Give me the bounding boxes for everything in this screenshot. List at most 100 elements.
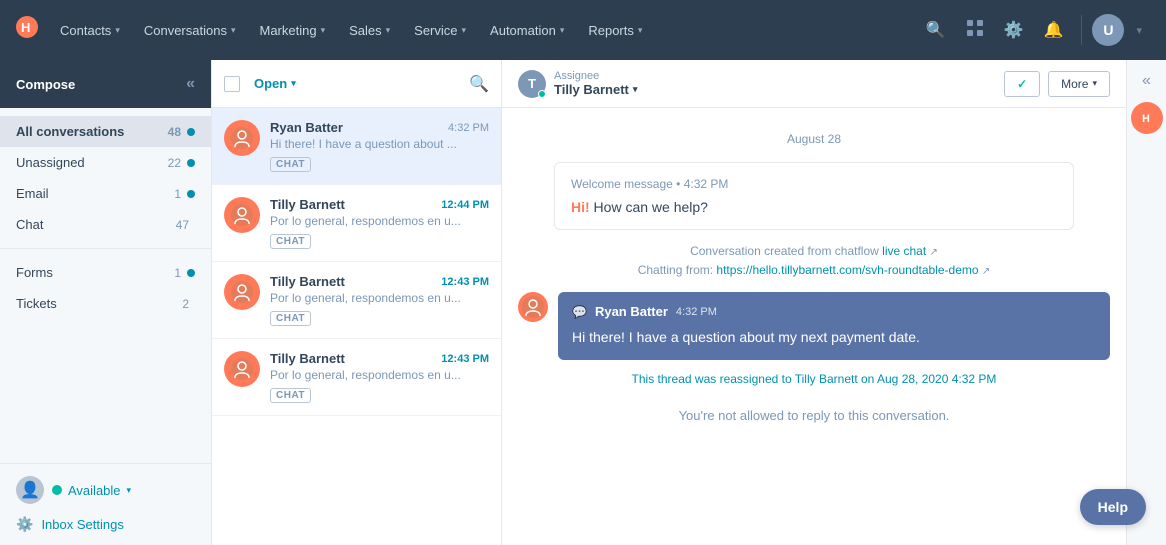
nav-reports[interactable]: Reports ▾ xyxy=(578,17,652,44)
chevron-down-icon: ▾ xyxy=(291,78,296,89)
conversation-content: Tilly Barnett 12:43 PM Por lo general, r… xyxy=(270,274,489,326)
nav-divider xyxy=(1081,15,1082,45)
conv-header-row: Ryan Batter 4:32 PM xyxy=(270,120,489,135)
marketplace-icon[interactable] xyxy=(958,13,992,48)
sidebar-divider xyxy=(0,248,211,249)
main-layout: Compose « All conversations 48 Unassigne… xyxy=(0,60,1166,545)
compose-button[interactable]: Compose « xyxy=(0,60,211,108)
conversation-content: Tilly Barnett 12:44 PM Por lo general, r… xyxy=(270,197,489,249)
no-reply-notice: You're not allowed to reply to this conv… xyxy=(518,398,1110,433)
conv-header-row: Tilly Barnett 12:43 PM xyxy=(270,274,489,289)
conversation-item[interactable]: Ryan Batter 4:32 PM Hi there! I have a q… xyxy=(212,108,501,185)
hubspot-logo[interactable]: H xyxy=(16,16,38,44)
user-message-wrap: 💬 Ryan Batter 4:32 PM Hi there! I have a… xyxy=(518,292,1110,360)
external-link-icon: ↗ xyxy=(930,247,938,258)
welcome-text: Hi! How can we help? xyxy=(571,199,1057,215)
user-message-bubble: 💬 Ryan Batter 4:32 PM Hi there! I have a… xyxy=(558,292,1110,360)
settings-icon[interactable]: ⚙️ xyxy=(996,14,1032,46)
unread-dot xyxy=(187,190,195,198)
assignee-name[interactable]: Tilly Barnett ▾ xyxy=(554,82,637,97)
hubspot-icon[interactable]: H xyxy=(1131,102,1163,134)
notifications-icon[interactable]: 🔔 xyxy=(1036,14,1072,46)
user-avatar[interactable]: U xyxy=(1092,14,1124,46)
chatting-from-link[interactable]: https://hello.tillybarnett.com/svh-round… xyxy=(716,263,978,277)
nav-contacts[interactable]: Contacts ▾ xyxy=(50,17,130,44)
chat-body: August 28 Welcome message • 4:32 PM Hi! … xyxy=(502,108,1126,545)
unread-dot xyxy=(187,128,195,136)
sidebar-item-unassigned[interactable]: Unassigned 22 xyxy=(0,147,211,178)
user-menu-chevron[interactable]: ▾ xyxy=(1128,18,1150,43)
left-sidebar: Compose « All conversations 48 Unassigne… xyxy=(0,60,212,545)
chevron-down-icon: ▾ xyxy=(638,25,643,36)
date-divider: August 28 xyxy=(518,132,1110,146)
assignee-avatar: T xyxy=(518,70,546,98)
chatflow-info: Conversation created from chatflow live … xyxy=(518,242,1110,280)
chevron-down-icon: ▾ xyxy=(560,25,565,36)
assignee-info: T Assignee Tilly Barnett ▾ xyxy=(518,70,992,98)
conversation-content: Ryan Batter 4:32 PM Hi there! I have a q… xyxy=(270,120,489,172)
conversation-item[interactable]: Tilly Barnett 12:44 PM Por lo general, r… xyxy=(212,185,501,262)
right-panel-collapse: « H xyxy=(1126,60,1166,545)
search-icon[interactable]: 🔍 xyxy=(469,74,489,94)
chat-header-actions: ✓ More ▾ xyxy=(1004,71,1110,97)
svg-text:H: H xyxy=(1142,113,1150,125)
conversation-item[interactable]: Tilly Barnett 12:43 PM Por lo general, r… xyxy=(212,262,501,339)
external-link-icon: ↗ xyxy=(982,266,990,277)
message-header: 💬 Ryan Batter 4:32 PM xyxy=(572,304,1096,319)
more-button[interactable]: More ▾ xyxy=(1048,71,1110,97)
chevron-down-icon: ▾ xyxy=(386,25,391,36)
availability-button[interactable]: Available ▾ xyxy=(52,479,131,502)
sender-avatar xyxy=(518,292,548,322)
svg-text:H: H xyxy=(21,20,30,35)
nav-conversations[interactable]: Conversations ▾ xyxy=(134,17,246,44)
welcome-message: Welcome message • 4:32 PM Hi! How can we… xyxy=(554,162,1074,230)
sidebar-navigation: All conversations 48 Unassigned 22 Email… xyxy=(0,108,211,463)
unread-dot xyxy=(187,269,195,277)
nav-marketing[interactable]: Marketing ▾ xyxy=(249,17,335,44)
assignee-details: Assignee Tilly Barnett ▾ xyxy=(554,70,637,97)
live-chat-link[interactable]: live chat xyxy=(882,244,926,258)
nav-sales[interactable]: Sales ▾ xyxy=(339,17,400,44)
conversation-item[interactable]: Tilly Barnett 12:43 PM Por lo general, r… xyxy=(212,339,501,416)
online-status-dot xyxy=(538,90,546,98)
conv-header-row: Tilly Barnett 12:43 PM xyxy=(270,351,489,366)
user-status-avatar: 👤 xyxy=(16,476,44,504)
conversation-content: Tilly Barnett 12:43 PM Por lo general, r… xyxy=(270,351,489,403)
contact-avatar xyxy=(224,120,260,156)
select-all-checkbox[interactable] xyxy=(224,76,240,92)
conv-list-header: Open ▾ 🔍 xyxy=(212,60,501,108)
chevron-down-icon: ▾ xyxy=(127,485,132,496)
chevron-down-icon: ▾ xyxy=(462,25,467,36)
filter-dropdown[interactable]: Open ▾ xyxy=(248,72,302,95)
top-navigation: H Contacts ▾ Conversations ▾ Marketing ▾… xyxy=(0,0,1166,60)
chevron-down-icon: ▾ xyxy=(115,25,120,36)
chevron-down-icon: ▾ xyxy=(321,25,326,36)
search-icon[interactable]: 🔍 xyxy=(918,14,954,46)
sidebar-item-tickets[interactable]: Tickets 2 xyxy=(0,288,211,319)
chat-icon: 💬 xyxy=(572,305,587,319)
sidebar-footer: 👤 Available ▾ ⚙️ Inbox Settings xyxy=(0,463,211,545)
contact-avatar xyxy=(224,351,260,387)
contact-avatar xyxy=(224,197,260,233)
nav-service[interactable]: Service ▾ xyxy=(404,17,476,44)
inbox-settings-button[interactable]: ⚙️ Inbox Settings xyxy=(16,508,124,533)
collapse-icon: « xyxy=(186,75,195,93)
collapse-icon[interactable]: « xyxy=(1142,72,1151,90)
contact-avatar xyxy=(224,274,260,310)
conversation-list: Open ▾ 🔍 Ryan Batter 4:32 PM Hi there! I… xyxy=(212,60,502,545)
chat-panel: T Assignee Tilly Barnett ▾ ✓ More ▾ xyxy=(502,60,1126,545)
conv-header-row: Tilly Barnett 12:44 PM xyxy=(270,197,489,212)
chat-header: T Assignee Tilly Barnett ▾ ✓ More ▾ xyxy=(502,60,1126,108)
sidebar-item-email[interactable]: Email 1 xyxy=(0,178,211,209)
unread-dot xyxy=(187,159,195,167)
check-icon: ✓ xyxy=(1017,77,1027,91)
nav-automation[interactable]: Automation ▾ xyxy=(480,17,574,44)
sidebar-item-all-conversations[interactable]: All conversations 48 xyxy=(0,116,211,147)
gear-icon: ⚙️ xyxy=(16,516,33,533)
help-button[interactable]: Help xyxy=(1080,489,1146,525)
sidebar-item-chat[interactable]: Chat 47 xyxy=(0,209,211,240)
reassign-notice: This thread was reassigned to Tilly Barn… xyxy=(518,372,1110,386)
check-button[interactable]: ✓ xyxy=(1004,71,1040,97)
sidebar-item-forms[interactable]: Forms 1 xyxy=(0,257,211,288)
chevron-down-icon: ▾ xyxy=(633,84,638,95)
